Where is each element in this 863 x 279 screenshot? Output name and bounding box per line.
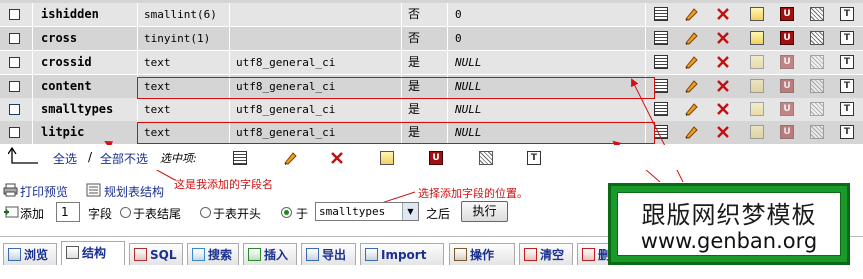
after-label: 于 [296,207,309,221]
bulk-index-icon[interactable] [479,151,493,165]
radio-at-start[interactable] [200,207,211,218]
go-button-label: 执行 [472,204,497,218]
structure-icon [66,246,79,259]
tab-search[interactable]: 搜索 [187,243,239,265]
tab-browse[interactable]: 浏览 [3,243,57,265]
select-separator: / [88,150,93,164]
annotation-added-fields: 这是我添加的字段名 [174,178,273,191]
export-icon [306,248,319,261]
empty-icon [524,248,537,261]
tab-operations[interactable]: 操作 [449,243,515,265]
check-all-row: 全选 / 全部不选 选中项: U T [0,145,863,170]
insert-icon [248,248,261,261]
tab-label: 清空 [540,248,565,262]
bulk-fulltext-icon[interactable]: T [527,151,541,165]
field-count-input[interactable]: 1 [56,202,80,222]
relation-view-link[interactable]: 规划表结构 [104,183,164,200]
watermark-logo: 跟版网织梦模板 www.genban.org [608,183,850,265]
at-start-label: 于表开头 [213,207,262,221]
tab-label: 操作 [470,248,495,262]
printer-icon [3,183,18,197]
tab-sql[interactable]: SQL [129,243,183,265]
search-icon [192,248,205,261]
bulk-browse-icon[interactable] [233,151,247,165]
tab-label: 插入 [264,248,289,262]
tab-label: 浏览 [24,248,49,262]
drop-icon [582,248,595,261]
tab-label: 搜索 [208,248,233,262]
tab-export[interactable]: 导出 [301,243,356,265]
chevron-down-icon: ▼ [402,203,418,220]
go-button[interactable]: 执行 [461,201,508,222]
import-icon [365,248,378,261]
tab-label: Import [381,248,427,262]
after-field-select[interactable]: smalltypes ▼ [315,202,419,221]
watermark-line2: www.genban.org [640,229,818,253]
watermark-line1: 跟版网织梦模板 [641,201,817,229]
tab-label: SQL [150,248,177,262]
select-all-link[interactable]: 全选 [53,150,77,167]
tab-insert[interactable]: 插入 [243,243,297,265]
deselect-all-link[interactable]: 全部不选 [100,150,148,167]
fields-label: 字段 [88,207,113,221]
print-view-link[interactable]: 打印预览 [20,183,68,200]
radio-at-end[interactable] [120,207,131,218]
with-selected-label: 选中项: [160,152,197,165]
bulk-drop-icon[interactable] [330,151,344,165]
add-field-icon [4,206,19,218]
after-field-select-value: smalltypes [319,205,386,218]
operations-icon [454,248,467,261]
tab-label: 结构 [82,246,107,260]
tab-label: 导出 [322,248,347,262]
arrow-up-left-icon [8,147,38,164]
browse-icon [8,248,21,261]
tab-empty[interactable]: 清空 [519,243,573,265]
annotation-choose-position: 选择添加字段的位置。 [418,187,528,200]
field-count-value: 1 [61,205,69,219]
add-label: 添加 [20,207,45,221]
bulk-primary-icon[interactable] [380,151,394,165]
relation-view-icon [86,183,101,197]
sql-icon [134,248,147,261]
after-suffix-label: 之后 [426,207,451,221]
tab-structure[interactable]: 结构 [61,241,125,265]
bulk-edit-icon[interactable] [283,151,297,165]
tab-import[interactable]: Import [360,243,444,265]
bulk-unique-icon[interactable]: U [429,151,443,165]
radio-after[interactable] [281,207,292,218]
at-end-label: 于表结尾 [133,207,182,221]
